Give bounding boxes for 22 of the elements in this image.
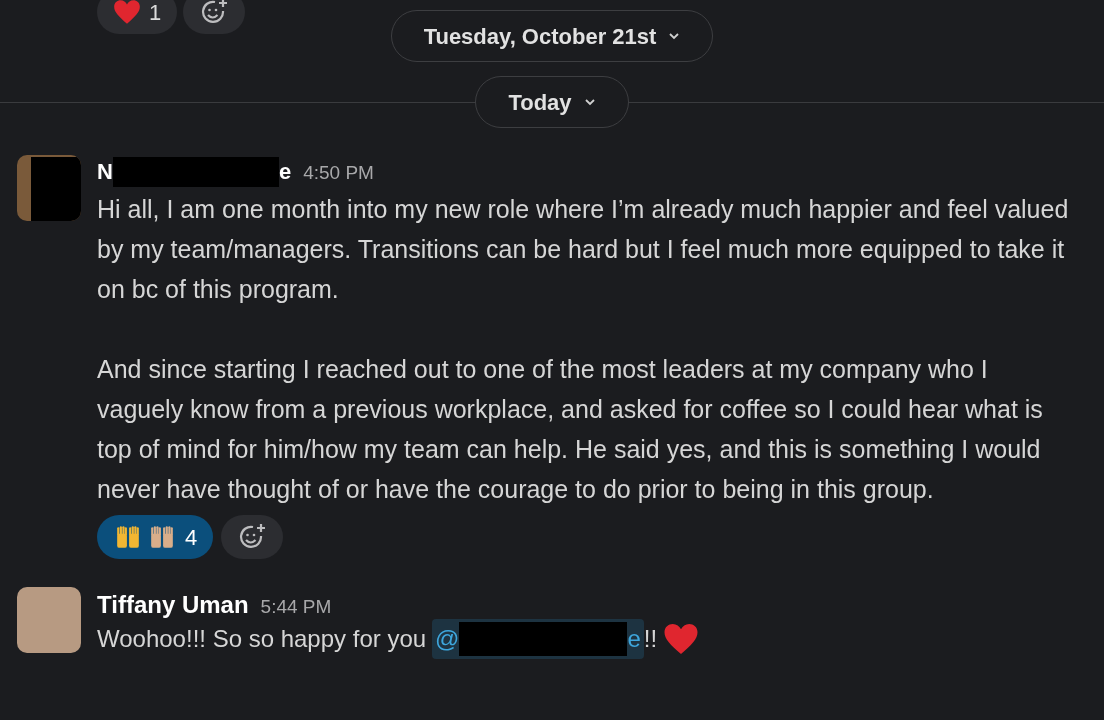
user-mention[interactable]: @ e xyxy=(432,619,644,659)
reaction-pill[interactable]: 1 xyxy=(97,0,178,34)
chevron-down-icon xyxy=(583,98,596,106)
chevron-down-icon xyxy=(668,32,681,40)
message-text: Hi all, I am one month into my new role where I’m already much happier and feel valued by my team/managers. Transitions can be hard but I feel much more equipped to take it on bc of this program. xyxy=(97,194,1070,305)
redaction-block xyxy=(31,157,81,221)
add-reaction-button[interactable] xyxy=(221,515,284,559)
message-time: 4:50 PM xyxy=(303,161,374,185)
message-text: !! xyxy=(643,624,658,654)
heart-icon xyxy=(113,0,141,25)
message-time: 5:44 PM xyxy=(260,595,332,619)
reaction-pill[interactable]: 4 xyxy=(97,515,214,559)
message-text: Woohoo!!! So so happy for you xyxy=(97,624,427,654)
author-name: N xyxy=(97,158,113,186)
author-name: Tiffany Uman xyxy=(97,590,249,620)
date-divider-button[interactable]: Today xyxy=(475,76,629,128)
message-text: And since starting I reached out to one of the most leaders at my company who I vaguely know from a previous workplace, and asked for coffee so I could hear what is top of mind for him/how my team can help. He said yes, and this is something I would never have thought of or have the courage to do prior to being in this group. xyxy=(97,354,1044,505)
avatar-photo-placeholder xyxy=(17,587,81,653)
author-name: e xyxy=(278,158,292,186)
heart-icon xyxy=(663,622,700,656)
date-divider-button[interactable]: Tuesday, October 21st xyxy=(390,10,714,62)
add-reaction-button[interactable] xyxy=(183,0,246,34)
